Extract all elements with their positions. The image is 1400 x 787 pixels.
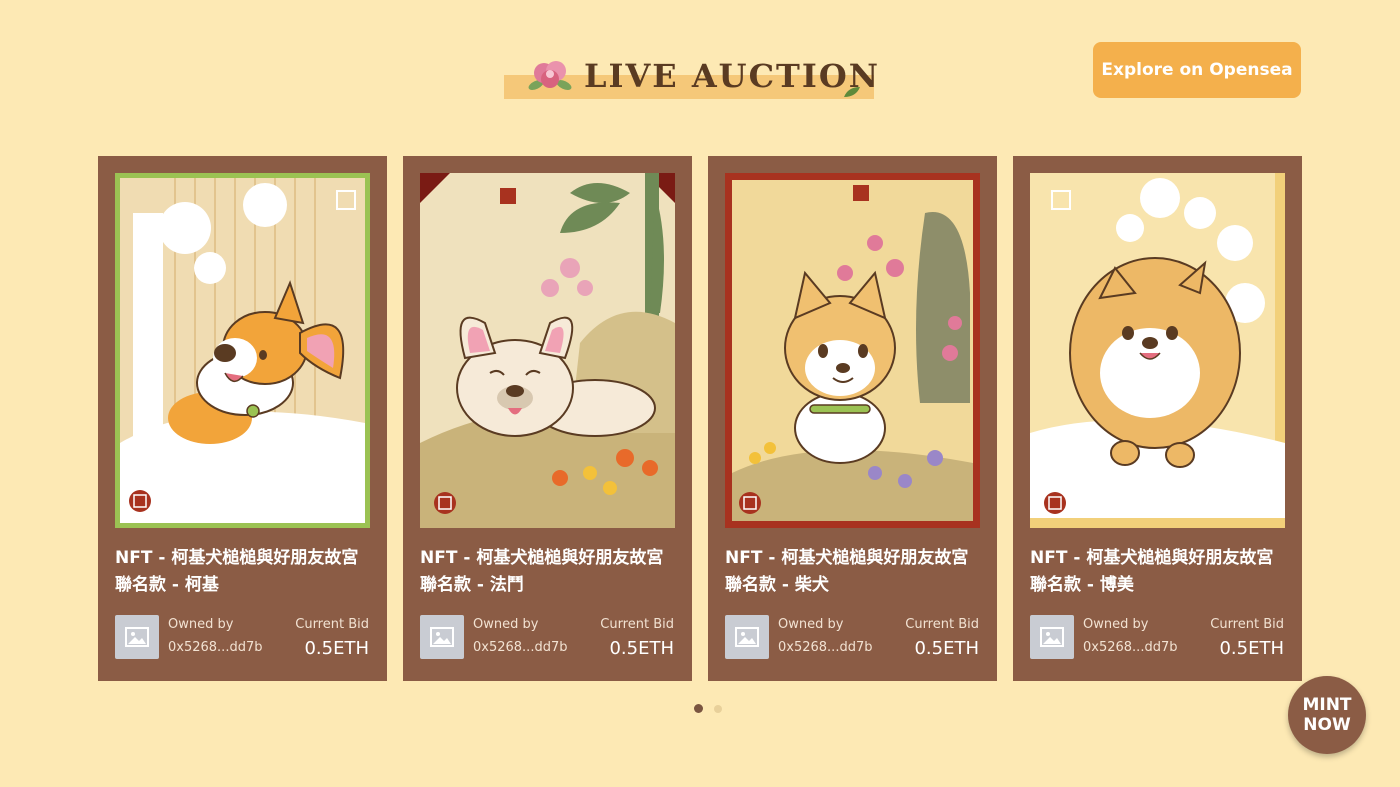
- nft-title[interactable]: NFT - 柯基犬槌槌與好朋友故宮 聯名款 - 柯基: [115, 545, 373, 599]
- nft-image-corgi[interactable]: [115, 173, 370, 528]
- current-bid-value: 0.5ETH: [609, 638, 674, 659]
- nft-image-pomeranian[interactable]: [1030, 173, 1285, 528]
- owned-by-label: Owned by: [778, 617, 844, 632]
- owner-avatar[interactable]: [725, 615, 769, 659]
- nft-title-line2: 聯名款 - 博美: [1030, 575, 1134, 595]
- nft-title-line1: NFT - 柯基犬槌槌與好朋友故宮: [115, 548, 359, 568]
- pagination-dot-1[interactable]: [694, 704, 703, 713]
- owned-by-label: Owned by: [473, 617, 539, 632]
- nft-title[interactable]: NFT - 柯基犬槌槌與好朋友故宮 聯名款 - 法鬥: [420, 545, 678, 599]
- image-placeholder-icon: [735, 627, 759, 647]
- peony-flower-icon: [528, 61, 572, 90]
- current-bid-value: 0.5ETH: [914, 638, 979, 659]
- current-bid-label: Current Bid: [1210, 617, 1284, 632]
- current-bid-value: 0.5ETH: [304, 638, 369, 659]
- nft-card-pomeranian[interactable]: NFT - 柯基犬槌槌與好朋友故宮 聯名款 - 博美 Owned by 0x52…: [1013, 156, 1302, 681]
- mint-now-line1: MINT: [1302, 695, 1352, 715]
- nft-title[interactable]: NFT - 柯基犬槌槌與好朋友故宮 聯名款 - 柴犬: [725, 545, 983, 599]
- image-placeholder-icon: [125, 627, 149, 647]
- owned-by-label: Owned by: [168, 617, 234, 632]
- current-bid-value: 0.5ETH: [1219, 638, 1284, 659]
- owned-by-label: Owned by: [1083, 617, 1149, 632]
- owner-address[interactable]: 0x5268...dd7b: [778, 640, 872, 655]
- mint-now-button[interactable]: MINT NOW: [1288, 676, 1366, 754]
- owner-avatar[interactable]: [115, 615, 159, 659]
- explore-opensea-button[interactable]: Explore on Opensea: [1093, 42, 1301, 98]
- owner-address[interactable]: 0x5268...dd7b: [1083, 640, 1177, 655]
- owner-avatar[interactable]: [1030, 615, 1074, 659]
- carousel-pagination: [694, 704, 722, 713]
- page-title: LIVE AUCTION: [584, 57, 880, 95]
- current-bid-label: Current Bid: [905, 617, 979, 632]
- nft-title-line2: 聯名款 - 柯基: [115, 575, 219, 595]
- leaf-icon: [844, 87, 860, 97]
- nft-title-line2: 聯名款 - 法鬥: [420, 575, 524, 595]
- current-bid-label: Current Bid: [295, 617, 369, 632]
- image-placeholder-icon: [1040, 627, 1064, 647]
- owner-address[interactable]: 0x5268...dd7b: [473, 640, 567, 655]
- owner-address[interactable]: 0x5268...dd7b: [168, 640, 262, 655]
- nft-title-line1: NFT - 柯基犬槌槌與好朋友故宮: [420, 548, 664, 568]
- nft-title-line1: NFT - 柯基犬槌槌與好朋友故宮: [1030, 548, 1274, 568]
- nft-title-line1: NFT - 柯基犬槌槌與好朋友故宮: [725, 548, 969, 568]
- pagination-dot-2[interactable]: [714, 704, 722, 713]
- nft-card-french-bulldog[interactable]: NFT - 柯基犬槌槌與好朋友故宮 聯名款 - 法鬥 Owned by 0x52…: [403, 156, 692, 681]
- nft-title[interactable]: NFT - 柯基犬槌槌與好朋友故宮 聯名款 - 博美: [1030, 545, 1288, 599]
- nft-image-french-bulldog[interactable]: [420, 173, 675, 528]
- live-auction-heading: LIVE AUCTION: [504, 55, 878, 101]
- nft-card-shiba[interactable]: NFT - 柯基犬槌槌與好朋友故宮 聯名款 - 柴犬 Owned by 0x52…: [708, 156, 997, 681]
- image-placeholder-icon: [430, 627, 454, 647]
- current-bid-label: Current Bid: [600, 617, 674, 632]
- mint-now-line2: NOW: [1303, 715, 1351, 735]
- nft-image-shiba[interactable]: [725, 173, 980, 528]
- nft-title-line2: 聯名款 - 柴犬: [725, 575, 829, 595]
- nft-card-corgi[interactable]: NFT - 柯基犬槌槌與好朋友故宮 聯名款 - 柯基 Owned by 0x52…: [98, 156, 387, 681]
- owner-avatar[interactable]: [420, 615, 464, 659]
